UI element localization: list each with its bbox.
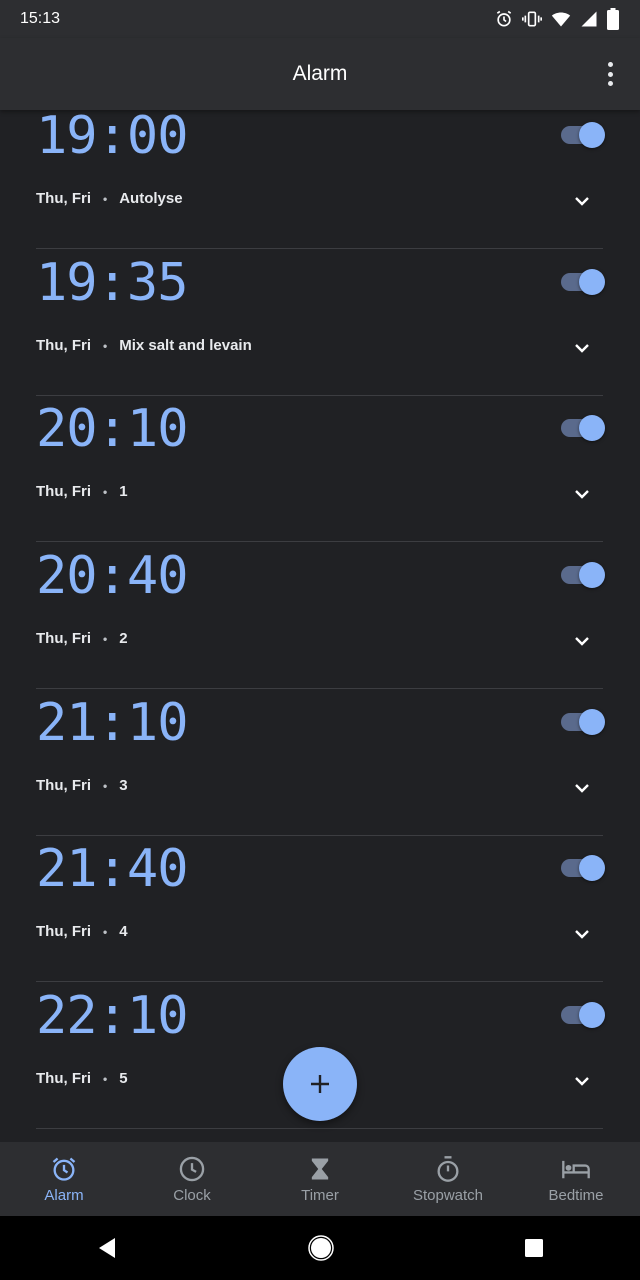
bottom-nav: Alarm Clock Timer Stopwatch Bedtime: [0, 1142, 640, 1216]
alarm-meta: Thu, Fri • 2: [36, 630, 128, 647]
tab-label: Clock: [173, 1186, 211, 1204]
chevron-down-icon[interactable]: [573, 485, 591, 503]
toggle-thumb: [579, 1002, 605, 1028]
plus-icon: [311, 1075, 329, 1093]
tab-bedtime[interactable]: Bedtime: [512, 1155, 640, 1204]
toggle-thumb: [579, 415, 605, 441]
alarm-time[interactable]: 21:40: [36, 839, 189, 899]
chevron-down-icon[interactable]: [573, 192, 591, 210]
alarm-toggle[interactable]: [561, 855, 605, 881]
alarm-meta: Thu, Fri • 5: [36, 1070, 128, 1087]
alarm-item[interactable]: 21:10 Thu, Fri • 3: [36, 689, 605, 836]
system-nav-bar: [0, 1216, 640, 1280]
separator-dot: •: [103, 924, 108, 939]
alarm-days: Thu, Fri: [36, 630, 91, 647]
recents-icon[interactable]: [523, 1237, 545, 1259]
alarm-label: 2: [119, 630, 128, 647]
alarm-days: Thu, Fri: [36, 777, 91, 794]
chevron-down-icon[interactable]: [573, 632, 591, 650]
toggle-thumb: [579, 855, 605, 881]
alarm-days: Thu, Fri: [36, 483, 91, 500]
alarm-time[interactable]: 21:10: [36, 693, 189, 753]
toggle-thumb: [579, 562, 605, 588]
alarm-meta: Thu, Fri • 4: [36, 923, 128, 940]
status-bar: 15:13: [0, 0, 640, 38]
tab-timer[interactable]: Timer: [256, 1155, 384, 1204]
alarm-meta: Thu, Fri • 3: [36, 777, 128, 794]
chevron-down-icon[interactable]: [573, 1072, 591, 1090]
overflow-dot-icon: [607, 71, 613, 77]
toggle-thumb: [579, 122, 605, 148]
alarm-time[interactable]: 22:10: [36, 986, 189, 1046]
status-time: 15:13: [20, 10, 61, 27]
tab-alarm[interactable]: Alarm: [0, 1155, 128, 1204]
tab-clock[interactable]: Clock: [128, 1155, 256, 1204]
tab-label: Stopwatch: [412, 1186, 484, 1204]
alarm-label: Autolyse: [119, 190, 183, 207]
separator-dot: •: [103, 631, 108, 646]
chevron-down-icon[interactable]: [573, 925, 591, 943]
overflow-dot-icon: [607, 62, 613, 67]
alarm-toggle[interactable]: [561, 269, 605, 295]
tab-stopwatch[interactable]: Stopwatch: [384, 1155, 512, 1204]
alarm-label: 5: [119, 1070, 128, 1087]
app-bar: Alarm: [0, 38, 640, 110]
alarm-days: Thu, Fri: [36, 337, 91, 354]
home-icon[interactable]: [308, 1235, 334, 1261]
alarm-time[interactable]: 20:10: [36, 399, 189, 459]
alarm-toggle[interactable]: [561, 1002, 605, 1028]
chevron-down-icon[interactable]: [573, 779, 591, 797]
alarm-meta: Thu, Fri • Autolyse: [36, 190, 183, 207]
alarm-days: Thu, Fri: [36, 923, 91, 940]
alarm-item[interactable]: 21:40 Thu, Fri • 4: [36, 835, 605, 982]
page-title: Alarm: [292, 62, 348, 85]
alarm-meta: Thu, Fri • Mix salt and levain: [36, 337, 252, 354]
toggle-thumb: [579, 269, 605, 295]
alarm-toggle[interactable]: [561, 122, 605, 148]
battery-icon: [607, 8, 619, 30]
stopwatch-icon: [437, 1155, 459, 1182]
tab-label: Timer: [301, 1186, 339, 1204]
separator-dot: •: [103, 1071, 108, 1086]
alarm-icon: [496, 10, 512, 27]
toggle-thumb: [579, 709, 605, 735]
more-options-button[interactable]: [598, 62, 622, 86]
separator-dot: •: [103, 778, 108, 793]
alarm-icon: [52, 1157, 76, 1181]
tab-label: Bedtime: [548, 1186, 604, 1204]
add-alarm-button[interactable]: [283, 1047, 357, 1121]
alarm-meta: Thu, Fri • 1: [36, 483, 128, 500]
vibrate-icon: [522, 11, 542, 27]
separator-dot: •: [103, 191, 108, 206]
clock-icon: [179, 1156, 205, 1181]
back-icon[interactable]: [95, 1236, 119, 1260]
alarm-label: Mix salt and levain: [119, 337, 252, 354]
wifi-icon: [551, 12, 571, 27]
alarm-time[interactable]: 19:00: [36, 110, 189, 166]
alarm-item[interactable]: 20:40 Thu, Fri • 2: [36, 542, 605, 689]
overflow-dot-icon: [607, 81, 613, 86]
alarm-item[interactable]: 19:00 Thu, Fri • Autolyse: [36, 110, 605, 249]
alarm-time[interactable]: 19:35: [36, 253, 189, 313]
alarm-list[interactable]: 19:00 Thu, Fri • Autolyse 19:35 Thu, Fri • Mix …: [0, 110, 640, 1142]
tab-label: Alarm: [44, 1186, 84, 1204]
bed-icon: [562, 1160, 590, 1178]
separator-dot: •: [103, 338, 108, 353]
alarm-toggle[interactable]: [561, 562, 605, 588]
alarm-label: 1: [119, 483, 128, 500]
alarm-time[interactable]: 20:40: [36, 546, 189, 606]
alarm-days: Thu, Fri: [36, 1070, 91, 1087]
status-icons: [494, 8, 620, 30]
separator-dot: •: [103, 484, 108, 499]
chevron-down-icon[interactable]: [573, 339, 591, 357]
alarm-label: 3: [119, 777, 128, 794]
signal-icon: [581, 11, 597, 27]
alarm-toggle[interactable]: [561, 415, 605, 441]
hourglass-icon: [311, 1158, 329, 1179]
alarm-toggle[interactable]: [561, 709, 605, 735]
alarm-label: 4: [119, 923, 128, 940]
alarm-item[interactable]: 19:35 Thu, Fri • Mix salt and levain: [36, 249, 605, 396]
alarm-item[interactable]: 20:10 Thu, Fri • 1: [36, 395, 605, 542]
alarm-days: Thu, Fri: [36, 190, 91, 207]
